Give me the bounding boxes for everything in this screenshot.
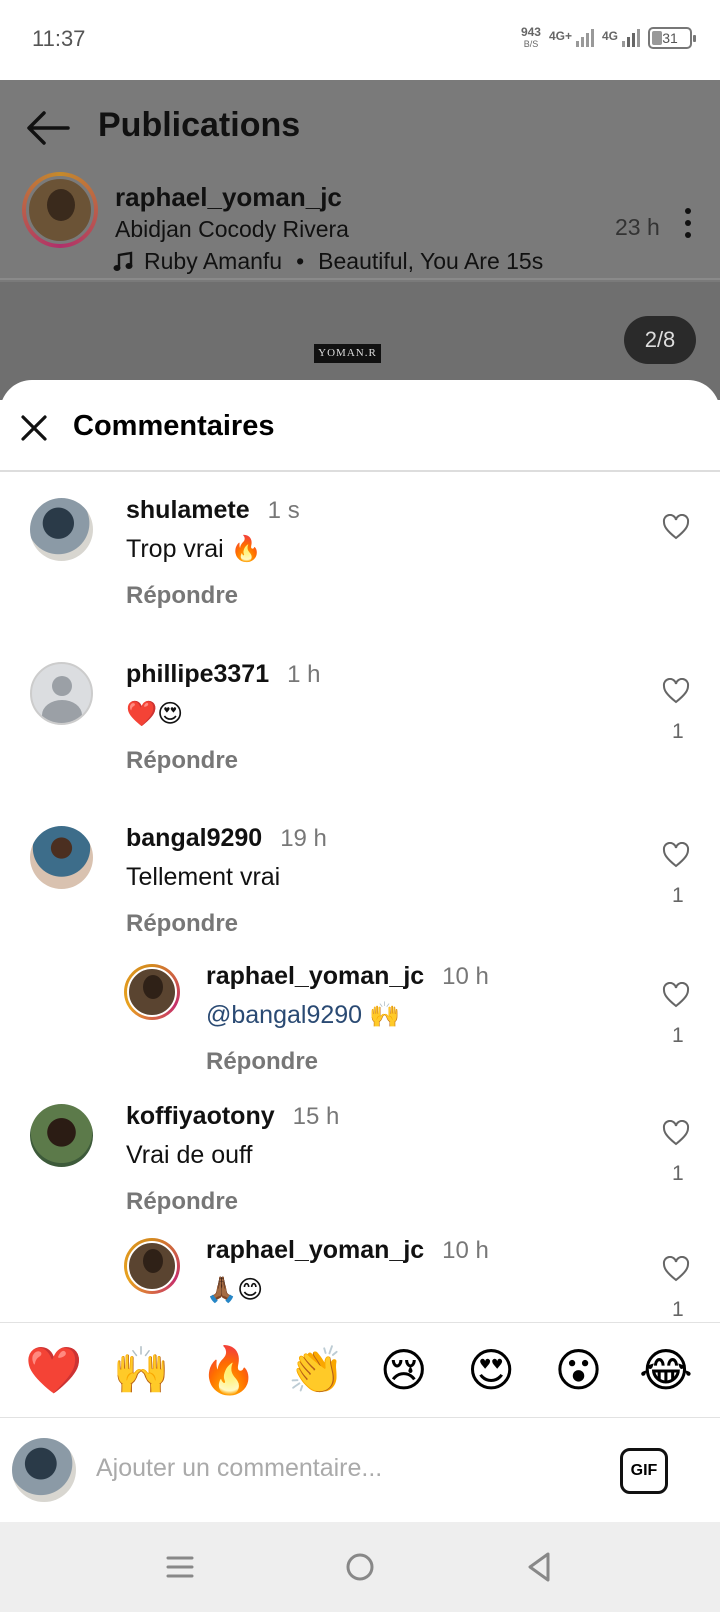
more-options-icon[interactable] bbox=[684, 208, 692, 244]
home-icon[interactable] bbox=[340, 1548, 380, 1586]
battery-icon: 31 bbox=[648, 27, 696, 49]
comment-time: 1 h bbox=[287, 661, 321, 688]
menu-icon[interactable] bbox=[160, 1548, 200, 1586]
post-background: Publications raphael_yoman_jc Abidjan Co… bbox=[0, 80, 720, 400]
like-count: 1 bbox=[672, 884, 684, 907]
comment-time: 1 s bbox=[267, 497, 300, 524]
divider bbox=[0, 278, 720, 280]
gif-button[interactable]: GIF bbox=[620, 1448, 668, 1494]
reply-button[interactable]: Répondre bbox=[126, 747, 321, 775]
comment-time: 19 h bbox=[280, 825, 327, 852]
comment-username[interactable]: bangal9290 bbox=[126, 824, 262, 852]
comment-item: phillipe3371 1 h ❤️😍 Répondre 1 bbox=[0, 638, 720, 774]
comment-text: @bangal9290 🙌 bbox=[206, 1001, 401, 1029]
network-speed: 943 B/S bbox=[520, 25, 541, 49]
emoji-fire[interactable]: 🔥 bbox=[199, 1347, 259, 1393]
separator-dot: • bbox=[296, 248, 305, 274]
comment-username[interactable]: raphael_yoman_jc bbox=[206, 962, 424, 990]
emoji-heart-eyes[interactable]: 😍 bbox=[461, 1347, 521, 1393]
comment-composer: Ajouter un commentaire... GIF bbox=[0, 1418, 720, 1522]
close-icon[interactable] bbox=[20, 414, 48, 442]
comment-text: ❤️😍 bbox=[126, 700, 184, 728]
back-icon[interactable] bbox=[520, 1548, 560, 1586]
heart-icon[interactable] bbox=[662, 1120, 690, 1146]
image-watermark: YOMAN.R bbox=[314, 344, 381, 363]
comment-username[interactable]: phillipe3371 bbox=[126, 660, 269, 688]
avatar[interactable] bbox=[30, 662, 93, 725]
avatar[interactable] bbox=[30, 1104, 93, 1167]
emoji-surprised[interactable]: 😮 bbox=[549, 1347, 609, 1393]
page-title: Publications bbox=[98, 106, 301, 144]
music-note-icon bbox=[113, 251, 133, 271]
status-icons: 943 B/S 4G+ 4G 31 bbox=[520, 25, 696, 50]
like-count: 1 bbox=[672, 1162, 684, 1185]
carousel-counter: 2/8 bbox=[624, 316, 696, 364]
heart-icon[interactable] bbox=[662, 1256, 690, 1282]
comment-text: Tellement vrai bbox=[126, 863, 281, 891]
like-count: 1 bbox=[672, 720, 684, 743]
emoji-laughing[interactable]: 😂 bbox=[636, 1347, 696, 1393]
sheet-header: Commentaires bbox=[0, 380, 720, 472]
like-count: 1 bbox=[672, 1024, 684, 1047]
post-music[interactable]: Ruby Amanfu • Beautiful, You Are 15s bbox=[112, 248, 543, 275]
comment-input[interactable]: Ajouter un commentaire... bbox=[96, 1454, 382, 1483]
post-location[interactable]: Abidjan Cocody Rivera bbox=[115, 216, 349, 243]
author-avatar[interactable] bbox=[22, 172, 98, 248]
heart-icon[interactable] bbox=[662, 842, 690, 868]
status-bar: 11:37 943 B/S 4G+ 4G 31 bbox=[0, 0, 720, 80]
avatar[interactable] bbox=[30, 498, 93, 561]
avatar[interactable] bbox=[124, 1238, 180, 1294]
back-arrow-icon[interactable] bbox=[24, 108, 72, 148]
comment-time: 10 h bbox=[442, 963, 489, 990]
emoji-raised-hands[interactable]: 🙌 bbox=[111, 1347, 171, 1393]
like-count: 1 bbox=[672, 1298, 684, 1321]
heart-icon[interactable] bbox=[662, 982, 690, 1008]
emoji-heart[interactable]: ❤️ bbox=[24, 1347, 84, 1393]
system-nav-bar bbox=[0, 1522, 720, 1612]
sheet-title: Commentaires bbox=[73, 410, 275, 442]
signal-icon-1: 4G+ bbox=[549, 29, 594, 47]
comment-text: Trop vrai 🔥 bbox=[126, 535, 262, 563]
post-time: 23 h bbox=[615, 214, 660, 240]
comments-sheet: Commentaires shulamete 1 s Trop vrai 🔥 Ré… bbox=[0, 380, 720, 1522]
comment-list[interactable]: shulamete 1 s Trop vrai 🔥 Répondre philli… bbox=[0, 474, 720, 1322]
reply-button[interactable]: Répondre bbox=[126, 582, 300, 610]
comment-time: 10 h bbox=[442, 1237, 489, 1264]
heart-icon[interactable] bbox=[662, 514, 690, 540]
current-user-avatar bbox=[12, 1438, 76, 1502]
emoji-reaction-bar: ❤️ 🙌 🔥 👏 😢 😍 😮 😂 bbox=[0, 1322, 720, 1418]
emoji-crying[interactable]: 😢 bbox=[374, 1347, 434, 1393]
avatar[interactable] bbox=[30, 826, 93, 889]
status-time: 11:37 bbox=[32, 26, 86, 51]
mention-link[interactable]: @bangal9290 bbox=[206, 1001, 362, 1029]
comment-username[interactable]: koffiyaotony bbox=[126, 1102, 275, 1130]
comment-text: 🙏🏾😊 bbox=[206, 1276, 264, 1304]
comment-text: Vrai de ouff bbox=[126, 1141, 253, 1169]
reply-button[interactable]: Répondre bbox=[126, 910, 327, 938]
comment-username[interactable]: raphael_yoman_jc bbox=[206, 1236, 424, 1264]
author-name[interactable]: raphael_yoman_jc bbox=[115, 182, 342, 213]
comment-time: 15 h bbox=[292, 1103, 340, 1130]
heart-icon[interactable] bbox=[662, 678, 690, 704]
reply-button[interactable]: Répondre bbox=[126, 1188, 339, 1216]
comment-username[interactable]: shulamete bbox=[126, 496, 250, 524]
reply-button[interactable]: Répondre bbox=[206, 1048, 489, 1076]
emoji-clapping[interactable]: 👏 bbox=[286, 1347, 346, 1393]
avatar[interactable] bbox=[124, 964, 180, 1020]
signal-icon-2: 4G bbox=[602, 29, 640, 47]
